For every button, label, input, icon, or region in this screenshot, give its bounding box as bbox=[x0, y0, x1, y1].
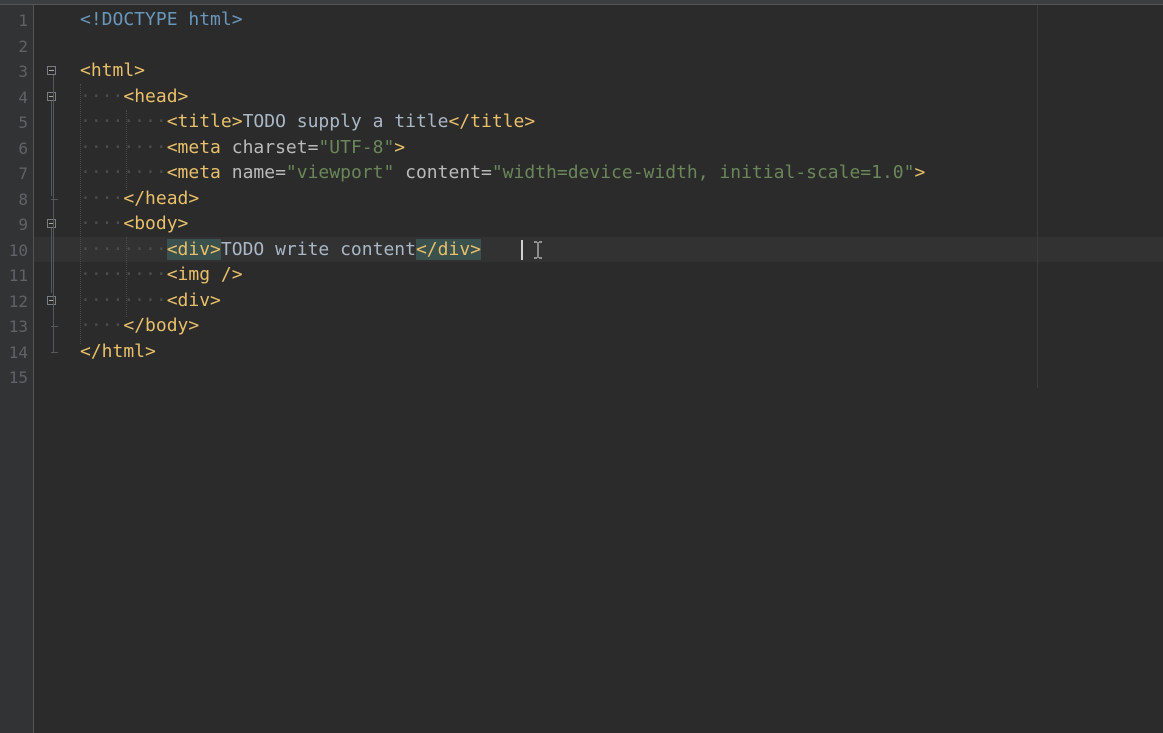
attribute-token: content= bbox=[394, 162, 492, 183]
text-token: TODO supply a title bbox=[242, 111, 449, 132]
fold-collapse-icon[interactable] bbox=[47, 296, 56, 305]
tag-token: </head> bbox=[123, 188, 200, 209]
fold-guide-line bbox=[51, 101, 52, 196]
line-number: 15 bbox=[8, 368, 28, 387]
doctype-token: <!DOCTYPE html> bbox=[80, 9, 243, 30]
attribute-token: name= bbox=[220, 162, 286, 183]
tag-token: </body> bbox=[123, 315, 200, 336]
code-line-10[interactable]: ········<div>TODO write content</div> bbox=[80, 237, 481, 262]
tag-token: </title> bbox=[448, 111, 536, 132]
whitespace-token: ········ bbox=[80, 290, 167, 311]
tag-token: <div> bbox=[166, 290, 221, 311]
line-number: 4 bbox=[18, 88, 28, 107]
string-token: "UTF-8" bbox=[318, 137, 395, 158]
code-line-13[interactable]: ····</body> bbox=[80, 313, 199, 338]
fold-collapse-icon[interactable] bbox=[47, 219, 56, 228]
tag-token: <img /> bbox=[166, 264, 243, 285]
fold-collapse-icon[interactable] bbox=[47, 66, 56, 75]
code-line-7[interactable]: ········<meta name="viewport" content="w… bbox=[80, 160, 925, 185]
whitespace-token: ···· bbox=[80, 213, 124, 234]
line-number: 7 bbox=[18, 164, 28, 183]
right-margin-guide bbox=[1037, 5, 1038, 388]
code-line-8[interactable]: ····</head> bbox=[80, 186, 199, 211]
string-token: "viewport" bbox=[285, 162, 395, 183]
matched-tag-token: </div> bbox=[415, 239, 481, 260]
fold-strip bbox=[34, 5, 70, 733]
tag-token: <head> bbox=[123, 86, 189, 107]
whitespace-token: ···· bbox=[80, 188, 124, 209]
whitespace-token: ········ bbox=[80, 111, 167, 132]
string-token: "width=device-width, initial-scale=1.0" bbox=[491, 162, 915, 183]
tag-token: <meta bbox=[166, 137, 221, 158]
line-number: 10 bbox=[8, 241, 28, 260]
line-number: 13 bbox=[8, 317, 28, 336]
i-beam-cursor-icon bbox=[534, 241, 542, 259]
tag-token: <body> bbox=[123, 213, 189, 234]
text-caret bbox=[521, 240, 523, 260]
text-token: TODO write content bbox=[220, 239, 416, 260]
code-line-1[interactable]: <!DOCTYPE html> bbox=[80, 7, 243, 32]
line-number: 3 bbox=[18, 62, 28, 81]
code-line-3[interactable]: <html> bbox=[80, 58, 145, 83]
whitespace-token: ········ bbox=[80, 137, 167, 158]
fold-guide-line bbox=[53, 75, 54, 352]
fold-guide-line bbox=[51, 228, 52, 293]
line-number: 12 bbox=[8, 292, 28, 311]
line-number: 14 bbox=[8, 343, 28, 362]
tag-token: > bbox=[394, 137, 406, 158]
fold-collapse-icon[interactable] bbox=[47, 92, 56, 101]
line-number: 2 bbox=[18, 37, 28, 56]
attribute-token: charset= bbox=[220, 137, 319, 158]
code-editor[interactable]: 1 2 3 4 5 6 7 8 9 10 11 12 13 14 15 <!DO… bbox=[0, 0, 1163, 733]
line-number: 9 bbox=[18, 215, 28, 234]
tag-token: <meta bbox=[166, 162, 221, 183]
code-line-5[interactable]: ········<title>TODO supply a title</titl… bbox=[80, 109, 535, 134]
line-number: 6 bbox=[18, 139, 28, 158]
tag-token: </html> bbox=[80, 341, 156, 362]
line-number: 5 bbox=[18, 113, 28, 132]
tag-token: <html> bbox=[80, 60, 146, 81]
whitespace-token: ···· bbox=[80, 86, 124, 107]
line-number: 8 bbox=[18, 190, 28, 209]
tag-token: > bbox=[914, 162, 926, 183]
editor-top-border bbox=[0, 0, 1163, 5]
line-number: 1 bbox=[18, 11, 28, 30]
whitespace-token: ········ bbox=[80, 264, 167, 285]
line-number: 11 bbox=[8, 266, 28, 285]
whitespace-token: ········ bbox=[80, 239, 167, 260]
tag-token: <title> bbox=[166, 111, 243, 132]
code-line-4[interactable]: ····<head> bbox=[80, 84, 188, 109]
code-line-6[interactable]: ········<meta charset="UTF-8"> bbox=[80, 135, 405, 160]
fold-end-marker bbox=[51, 352, 58, 353]
code-line-9[interactable]: ····<body> bbox=[80, 211, 188, 236]
code-line-11[interactable]: ········<img /> bbox=[80, 262, 243, 287]
code-line-12[interactable]: ········<div> bbox=[80, 288, 221, 313]
matched-tag-token: <div> bbox=[166, 239, 221, 260]
code-line-14[interactable]: </html> bbox=[80, 339, 156, 364]
whitespace-token: ···· bbox=[80, 315, 124, 336]
whitespace-token: ········ bbox=[80, 162, 167, 183]
